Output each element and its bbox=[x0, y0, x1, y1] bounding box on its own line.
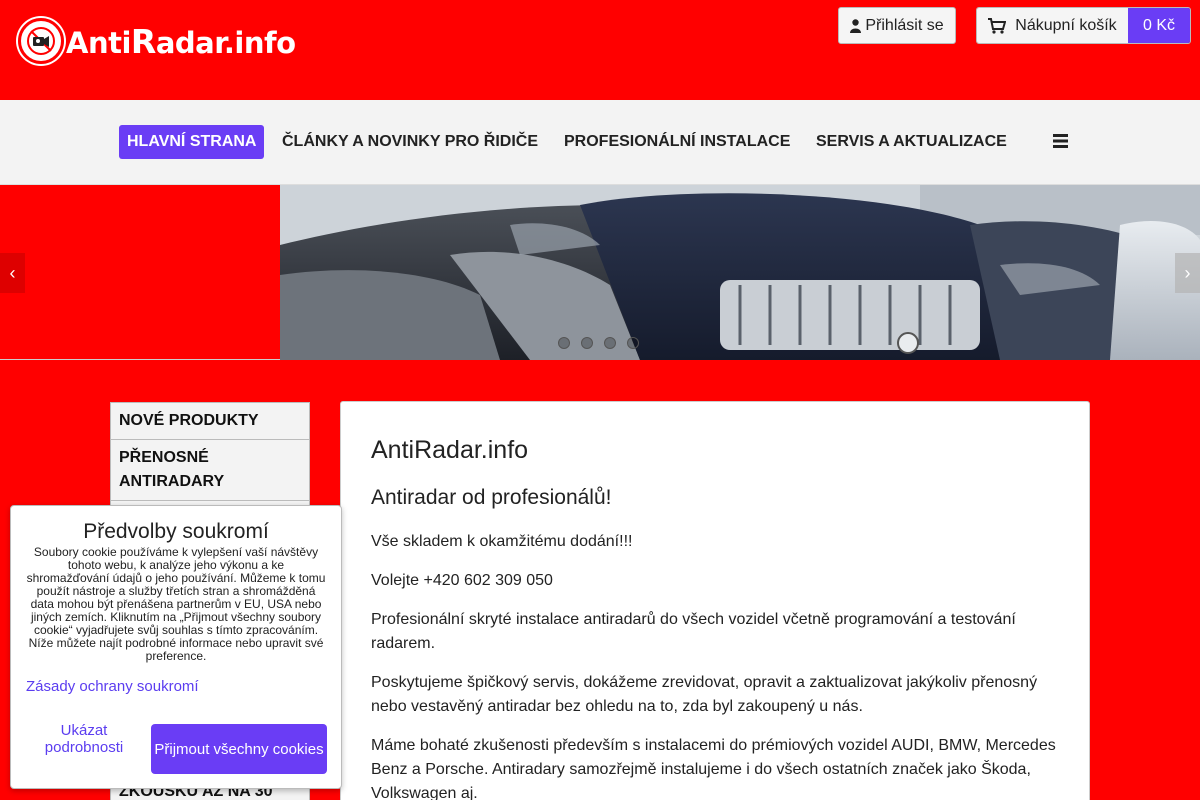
cart-button[interactable]: Nákupní košík 0 Kč bbox=[976, 7, 1191, 44]
nav-item-articles[interactable]: ČLÁNKY A NOVINKY PRO ŘIDIČE bbox=[282, 125, 538, 159]
cookie-title: Předvolby soukromí bbox=[83, 520, 269, 543]
content-paragraph: Volejte +420 602 309 050 bbox=[371, 572, 553, 589]
slider-prev-button[interactable]: ‹ bbox=[0, 253, 25, 293]
page-subtitle: Antiradar od profesionálů! bbox=[371, 486, 612, 509]
logo-suffix: adar.info bbox=[155, 25, 296, 60]
cart-icon bbox=[988, 17, 1007, 34]
cart-label-box[interactable]: Nákupní košík bbox=[977, 8, 1128, 43]
hero-slider: ‹ › bbox=[0, 185, 1200, 360]
nav-item-service[interactable]: SERVIS A AKTUALIZACE bbox=[816, 125, 1007, 159]
slide-image-cars bbox=[280, 185, 1200, 360]
slider-next-button[interactable]: › bbox=[1175, 253, 1200, 293]
cart-label: Nákupní košík bbox=[1015, 16, 1117, 34]
show-details-button[interactable]: Ukázat podrobnosti bbox=[26, 722, 142, 756]
login-button[interactable]: Přihlásit se bbox=[838, 7, 956, 44]
nav-item-installation[interactable]: PROFESIONÁLNÍ INSTALACE bbox=[564, 125, 790, 159]
login-label: Přihlásit se bbox=[865, 16, 944, 34]
chevron-right-icon: › bbox=[1184, 262, 1191, 283]
cookie-consent-dialog: Předvolby soukromí Soubory cookie použív… bbox=[10, 505, 342, 789]
content-paragraph: Poskytujeme špičkový servis, dokážeme zr… bbox=[371, 674, 1038, 715]
content-paragraph: Máme bohaté zkušenosti především s insta… bbox=[371, 737, 1056, 800]
page-title: AntiRadar.info bbox=[371, 436, 529, 464]
content-paragraph: Vše skladem k okamžitému dodání!!! bbox=[371, 533, 633, 550]
content-paragraph: Profesionální skryté instalace antiradar… bbox=[371, 611, 1016, 652]
chevron-left-icon: ‹ bbox=[9, 262, 16, 283]
sidebar-item-portable-antiradars[interactable]: PŘENOSNÉ ANTIRADARY bbox=[111, 440, 309, 501]
camera-icon bbox=[18, 18, 64, 64]
user-icon bbox=[850, 18, 862, 33]
hamburger-icon[interactable] bbox=[1053, 134, 1068, 153]
slider-dots bbox=[558, 337, 639, 349]
site-header: AntiRadar.info Přihlásit se Nákupní koší… bbox=[0, 0, 1200, 100]
logo-text: AntiRadar.info bbox=[66, 22, 296, 61]
cart-total[interactable]: 0 Kč bbox=[1128, 8, 1190, 43]
site-logo[interactable]: AntiRadar.info bbox=[18, 18, 296, 64]
main-nav: HLAVNÍ STRANA ČLÁNKY A NOVINKY PRO ŘIDIČ… bbox=[0, 100, 1200, 185]
accept-all-cookies-button[interactable]: Přijmout všechny cookies bbox=[151, 724, 327, 774]
privacy-policy-link[interactable]: Zásady ochrany soukromí bbox=[26, 678, 199, 695]
slider-dot[interactable] bbox=[604, 337, 616, 349]
slider-dot[interactable] bbox=[627, 337, 639, 349]
logo-prefix: Anti bbox=[66, 25, 131, 60]
slider-dot[interactable] bbox=[558, 337, 570, 349]
nav-item-home[interactable]: HLAVNÍ STRANA bbox=[119, 125, 265, 159]
slider-dot[interactable] bbox=[581, 337, 593, 349]
sidebar-item-new-products[interactable]: NOVÉ PRODUKTY bbox=[111, 403, 309, 440]
logo-r: R bbox=[130, 21, 156, 61]
cookie-text: Soubory cookie používáme k vylepšení vaš… bbox=[26, 545, 326, 663]
main-content: AntiRadar.info Antiradar od profesionálů… bbox=[340, 401, 1090, 800]
